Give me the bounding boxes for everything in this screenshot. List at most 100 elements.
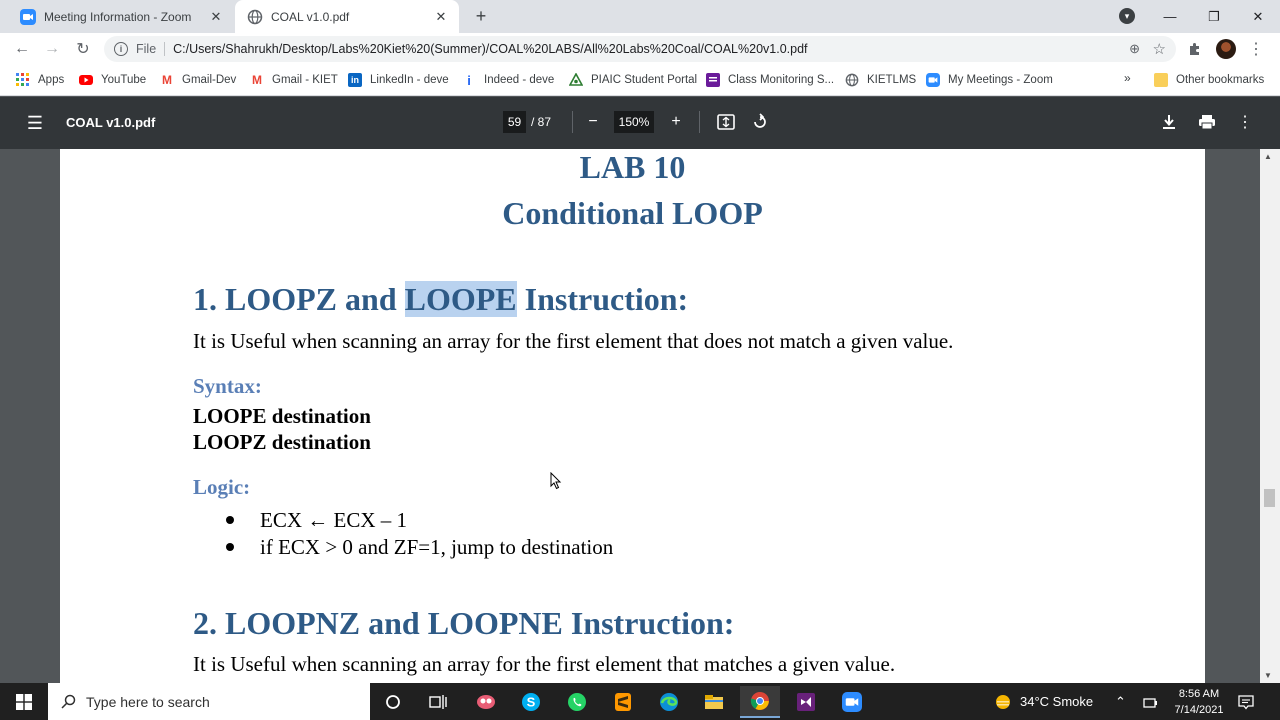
bookmarks-overflow-button[interactable]: » [1124,71,1131,85]
zoom-out-button[interactable]: − [582,111,604,133]
bookmark-label: Class Monitoring S... [728,74,835,86]
notifications-icon[interactable] [1238,683,1254,720]
apps-grid-icon [16,73,30,87]
fit-to-page-icon[interactable] [715,111,737,133]
zoom-level-input[interactable]: 150% [614,111,654,133]
taskbar-search-box[interactable]: Type here to search [48,683,370,720]
logic-label: Logic: [193,475,251,499]
network-icon[interactable] [1143,683,1159,720]
globe-icon [845,73,859,87]
close-tab-icon[interactable]: ✕ [208,9,224,25]
zoom-icon [20,8,36,25]
minimize-button[interactable]: — [1148,2,1192,32]
search-icon [60,694,76,710]
forward-button[interactable]: → [40,37,64,61]
divider [164,42,166,56]
profile-avatar[interactable] [1216,39,1236,59]
system-clock[interactable]: 8:56 AM 7/14/2021 [1168,686,1230,718]
extensions-icon[interactable] [1186,40,1204,58]
page-total: / 87 [531,115,552,129]
back-button[interactable]: ← [10,37,34,61]
scrollbar-thumb[interactable] [1264,489,1275,507]
bookmark-my-meetings-zoom[interactable]: My Meetings - Zoom [926,71,1053,89]
browser-menu-icon[interactable]: ⋮ [1248,38,1264,60]
lab-title-heading: Conditional LOOP [502,195,763,231]
tab-coal-pdf[interactable]: COAL v1.0.pdf ✕ [235,0,459,33]
logic-item: if ECX > 0 and ZF=1, jump to destination [226,535,613,560]
bookmark-label: Gmail - KIET [272,74,338,86]
task-view-icon[interactable] [418,686,458,718]
info-icon[interactable]: i [114,42,128,56]
linkedin-icon: in [348,73,362,87]
divider [572,111,573,133]
tab-search-icon[interactable]: ▾ [1119,8,1135,24]
syntax-line: LOOPZ destination [193,430,371,454]
gmail-icon: M [162,73,172,87]
download-icon[interactable] [1158,111,1180,133]
bookmark-star-icon[interactable]: ☆ [1153,40,1166,58]
scroll-up-icon[interactable]: ▲ [1264,152,1272,161]
bookmark-piaic[interactable]: PIAIC Student Portal [569,71,697,89]
tab-zoom-meeting[interactable]: Meeting Information - Zoom ✕ [8,0,234,33]
syntax-line: LOOPE destination [193,404,371,428]
logic-item: ECX ← ECX – 1 [226,508,407,533]
show-hidden-icons-icon[interactable]: ⌃ [1115,683,1126,720]
pdf-viewport[interactable]: LAB 10 Conditional LOOP 1. LOOPZ and LOO… [0,149,1280,683]
whatsapp-icon[interactable] [557,686,597,718]
address-bar[interactable]: i File C:/Users/Shahrukh/Desktop/Labs%20… [104,36,1176,62]
sublime-text-icon[interactable] [603,686,643,718]
bookmark-label: YouTube [101,74,147,86]
skype-icon[interactable]: S [511,686,551,718]
bookmark-kietlms[interactable]: KIETLMS [845,71,916,89]
zoom-in-button[interactable]: + [665,111,687,133]
restore-button[interactable]: ❐ [1192,2,1236,32]
tab-title: Meeting Information - Zoom [44,9,192,24]
cortana-icon[interactable] [373,686,413,718]
zoom-app-icon[interactable] [832,686,872,718]
bookmark-label: Gmail-Dev [182,74,237,86]
bookmark-label: PIAIC Student Portal [591,74,698,86]
bookmark-gmail-kiet[interactable]: M Gmail - KIET [250,71,338,89]
visual-studio-icon[interactable] [786,686,826,718]
section2-heading: 2. LOOPNZ and LOOPNE Instruction: [193,605,735,641]
divider [699,111,700,133]
chrome-icon[interactable] [740,686,780,718]
zoom-icon[interactable]: ⊕ [1129,41,1140,57]
weather-widget[interactable]: 34°C Smoke [994,683,1093,720]
bookmark-indeed[interactable]: i Indeed - deve [462,71,554,89]
edge-icon[interactable] [649,686,689,718]
clock-time: 8:56 AM [1178,688,1220,700]
print-icon[interactable] [1196,111,1218,133]
syntax-label: Syntax: [193,374,262,398]
bookmark-gmail-dev[interactable]: M Gmail-Dev [160,71,236,89]
bookmark-label: KIETLMS [867,74,917,86]
pdf-toolbar: ☰ COAL v1.0.pdf 59 / 87 − 150% + ⋮ [0,97,1280,149]
close-tab-icon[interactable]: ✕ [433,9,449,25]
vertical-scrollbar[interactable]: ▲ ▼ [1260,149,1280,683]
clock-date: 7/14/2021 [1174,704,1224,716]
bookmark-apps[interactable]: Apps [16,71,64,89]
scroll-down-icon[interactable]: ▼ [1264,671,1272,680]
windows-logo-icon [16,693,32,710]
start-button[interactable] [0,683,48,720]
new-tab-button[interactable]: + [470,5,492,27]
bookmark-linkedin[interactable]: in LinkedIn - deve [348,71,449,89]
logic-text: if ECX > 0 and ZF=1, jump to destination [260,535,614,559]
bullet-icon [226,516,234,525]
reload-button[interactable]: ↻ [71,37,95,61]
logic-text: ECX ← ECX – 1 [260,508,407,532]
bookmark-youtube[interactable]: YouTube [79,71,146,89]
other-bookmarks[interactable]: Other bookmarks [1154,71,1264,89]
snipping-tool-icon[interactable] [466,686,506,718]
rotate-icon[interactable] [749,111,771,133]
browser-toolbar: ← → ↻ i File C:/Users/Shahrukh/Desktop/L… [0,33,1280,65]
bookmark-class-monitoring[interactable]: Class Monitoring S... [706,71,834,89]
gmail-icon: M [252,73,262,87]
close-window-button[interactable]: ✕ [1236,2,1280,32]
page-number-input[interactable]: 59 [503,111,526,133]
menu-icon[interactable]: ☰ [26,113,44,133]
url-text[interactable]: C:/Users/Shahrukh/Desktop/Labs%20Kiet%20… [173,42,807,56]
section2-description: It is Useful when scanning an array for … [193,652,896,676]
file-explorer-icon[interactable] [694,686,734,718]
more-options-icon[interactable]: ⋮ [1234,111,1256,133]
